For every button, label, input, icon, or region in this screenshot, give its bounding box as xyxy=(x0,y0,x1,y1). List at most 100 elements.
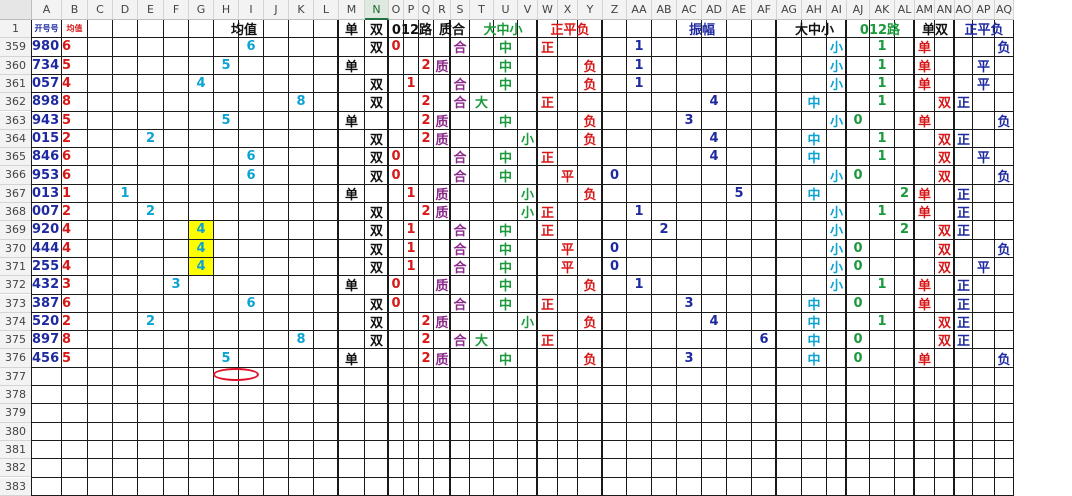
cell-y: 负 xyxy=(583,187,597,203)
row-header-373[interactable]: 373 xyxy=(0,294,32,313)
row-header-375[interactable]: 375 xyxy=(0,331,32,350)
cell-number: 057 xyxy=(32,76,60,92)
row-header-378[interactable]: 378 xyxy=(0,386,32,405)
column-header-d[interactable]: D xyxy=(113,0,138,20)
cell-ao: 正 xyxy=(956,206,970,222)
cell-number: 898 xyxy=(32,94,60,110)
column-header-t[interactable]: T xyxy=(470,0,494,20)
cell-af: 6 xyxy=(759,332,769,348)
row-header-362[interactable]: 362 xyxy=(0,93,32,112)
cell-q: 2 xyxy=(421,112,431,128)
column-header-an[interactable]: AN xyxy=(935,0,955,20)
row-header-383[interactable]: 383 xyxy=(0,477,32,496)
column-header-b[interactable]: B xyxy=(62,0,88,20)
row-header-377[interactable]: 377 xyxy=(0,367,32,386)
column-header-ag[interactable]: AG xyxy=(777,0,802,20)
column-header-aa[interactable]: AA xyxy=(627,0,652,20)
column-header-v[interactable]: V xyxy=(518,0,538,20)
row-header-382[interactable]: 382 xyxy=(0,459,32,478)
row-header-365[interactable]: 365 xyxy=(0,148,32,167)
column-header-l[interactable]: L xyxy=(314,0,339,20)
cell-r: 质 xyxy=(435,59,449,75)
cell-ao: 正 xyxy=(956,187,970,203)
column-header-am[interactable]: AM xyxy=(915,0,935,20)
select-all-corner[interactable] xyxy=(0,0,32,20)
column-header-o[interactable]: O xyxy=(389,0,404,20)
cell-o: 0 xyxy=(391,277,401,293)
column-header-c[interactable]: C xyxy=(88,0,113,20)
column-header-z[interactable]: Z xyxy=(603,0,627,20)
column-header-ae[interactable]: AE xyxy=(727,0,752,20)
cell-aq: 负 xyxy=(997,242,1011,258)
column-header-y[interactable]: Y xyxy=(578,0,603,20)
cell-u: 中 xyxy=(498,224,512,240)
row-header-374[interactable]: 374 xyxy=(0,312,32,332)
column-header-al[interactable]: AL xyxy=(895,0,915,20)
row-header-1[interactable]: 1 xyxy=(0,20,32,39)
spreadsheet-grid[interactable]: A B C D E F G H I J K L M N O P Q R S T U V W X Y Z AA AB AC AD AE AF AG… xyxy=(0,0,1072,496)
column-header-aq[interactable]: AQ xyxy=(995,0,1014,20)
row-header-371[interactable]: 371 xyxy=(0,257,32,277)
column-header-r[interactable]: R xyxy=(434,0,451,20)
cell-q: 2 xyxy=(421,313,431,329)
cell-al: 2 xyxy=(899,185,910,201)
cell-m: 单 xyxy=(344,352,358,368)
cell-an: 双 xyxy=(937,151,951,167)
column-header-q[interactable]: Q xyxy=(419,0,434,20)
row-header-370[interactable]: 370 xyxy=(0,239,32,258)
column-header-ac[interactable]: AC xyxy=(677,0,702,20)
column-header-g[interactable]: G xyxy=(189,0,214,20)
column-header-u[interactable]: U xyxy=(494,0,518,20)
column-header-m[interactable]: M xyxy=(339,0,365,20)
cell-t: 大 xyxy=(474,334,488,350)
row-header-376[interactable]: 376 xyxy=(0,349,32,368)
cell-u: 中 xyxy=(498,151,512,167)
row-header-364[interactable]: 364 xyxy=(0,129,32,149)
column-header-n[interactable]: N xyxy=(365,0,389,20)
row-header-381[interactable]: 381 xyxy=(0,440,32,460)
cell-s: 合 xyxy=(453,242,467,258)
column-header-k[interactable]: K xyxy=(289,0,314,20)
column-header-ao[interactable]: AO xyxy=(955,0,973,20)
row-header-379[interactable]: 379 xyxy=(0,404,32,423)
column-header-ak[interactable]: AK xyxy=(870,0,895,20)
column-header-e[interactable]: E xyxy=(138,0,164,20)
cell-number: 444 xyxy=(32,240,60,256)
row-header-368[interactable]: 368 xyxy=(0,203,32,222)
column-header-ap[interactable]: AP xyxy=(973,0,995,20)
cell-aa: 1 xyxy=(634,57,644,73)
row-header-366[interactable]: 366 xyxy=(0,166,32,185)
column-header-ad[interactable]: AD xyxy=(702,0,727,20)
column-header-af[interactable]: AF xyxy=(752,0,777,20)
row-header-359[interactable]: 359 xyxy=(0,38,32,57)
column-header-i[interactable]: I xyxy=(239,0,264,20)
column-header-ab[interactable]: AB xyxy=(652,0,677,20)
column-header-w[interactable]: W xyxy=(538,0,558,20)
cell-o: 0 xyxy=(391,167,401,183)
column-header-aj[interactable]: AJ xyxy=(847,0,870,20)
cell-v: 小 xyxy=(520,132,534,148)
row-header-361[interactable]: 361 xyxy=(0,74,32,94)
group-separator xyxy=(775,20,777,496)
column-header-p[interactable]: P xyxy=(404,0,419,20)
column-header-x[interactable]: X xyxy=(558,0,578,20)
row-header-380[interactable]: 380 xyxy=(0,422,32,441)
cell-ao: 正 xyxy=(956,297,970,313)
column-header-a[interactable]: A xyxy=(32,0,62,20)
column-header-ah[interactable]: AH xyxy=(802,0,827,20)
column-header-s[interactable]: S xyxy=(451,0,470,20)
row-header-372[interactable]: 372 xyxy=(0,276,32,295)
row-header-369[interactable]: 369 xyxy=(0,221,32,240)
row-header-360[interactable]: 360 xyxy=(0,56,32,75)
cell-z: 0 xyxy=(609,167,620,183)
grid-hline xyxy=(32,476,1014,478)
column-header-j[interactable]: J xyxy=(264,0,289,20)
row-header-367[interactable]: 367 xyxy=(0,184,32,203)
column-header-h[interactable]: H xyxy=(214,0,239,20)
cell-average: 8 xyxy=(62,94,72,110)
column-header-f[interactable]: F xyxy=(164,0,189,20)
cell-number: 980 xyxy=(32,39,60,55)
row-header-363[interactable]: 363 xyxy=(0,111,32,130)
column-header-ai[interactable]: AI xyxy=(827,0,847,20)
cell-n: 双 xyxy=(369,132,383,148)
